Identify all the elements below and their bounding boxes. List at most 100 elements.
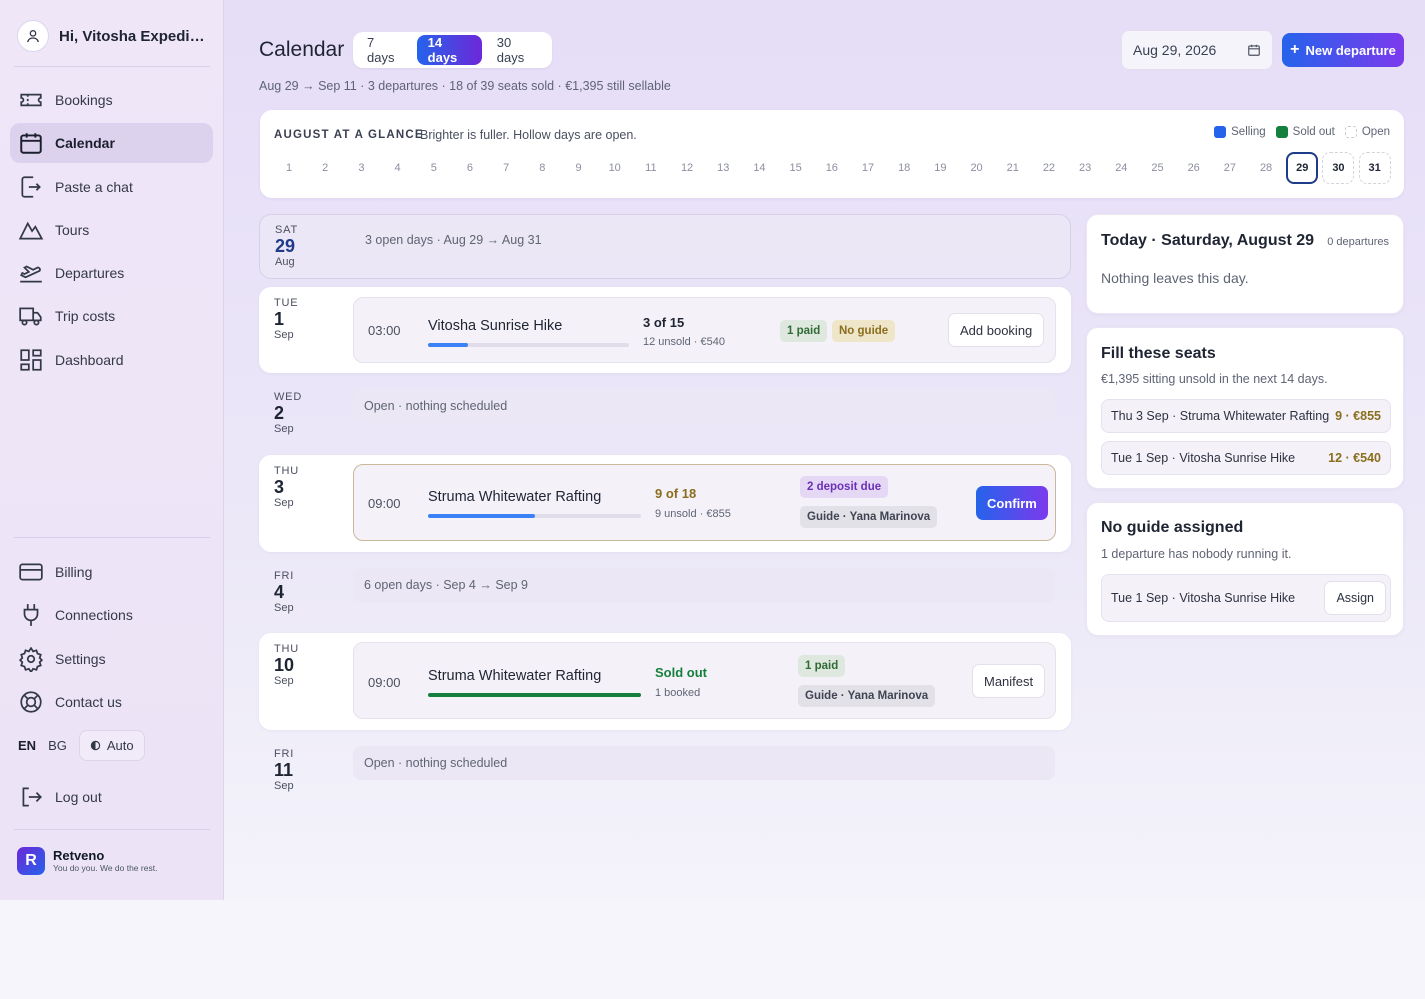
- legend-open: Open: [1344, 126, 1390, 138]
- gear-icon: [18, 646, 44, 672]
- new-departure-button[interactable]: + New departure: [1282, 33, 1404, 67]
- month-glance: AUGUST AT A GLANCE Brighter is fuller. H…: [260, 110, 1404, 198]
- glance-day[interactable]: 4: [382, 152, 414, 184]
- nav-item-bookings[interactable]: Bookings: [10, 80, 213, 120]
- glance-day[interactable]: 1: [273, 152, 305, 184]
- nav-item-trip-costs[interactable]: Trip costs: [10, 296, 213, 336]
- day-row-thu-3: THU 3 Sep 09:00 Struma Whitewater Raftin…: [259, 455, 1071, 552]
- glance-day[interactable]: 22: [1033, 152, 1065, 184]
- nav-label: Paste a chat: [55, 178, 133, 195]
- glance-day[interactable]: 14: [743, 152, 775, 184]
- day-number: 4: [274, 582, 285, 602]
- day-label: THU 3 Sep: [274, 465, 334, 509]
- swatch: [1214, 126, 1227, 138]
- secondary-nav: Billing Connections Settings Contact us: [10, 552, 213, 725]
- glance-day[interactable]: 8: [526, 152, 558, 184]
- nav-label: Contact us: [55, 693, 122, 710]
- day-of-week: THU: [274, 465, 300, 477]
- glance-day[interactable]: 11: [635, 152, 667, 184]
- glance-day[interactable]: 17: [852, 152, 884, 184]
- glance-day[interactable]: 29: [1286, 152, 1319, 184]
- confirm-button[interactable]: Confirm: [976, 486, 1048, 520]
- glance-day[interactable]: 20: [961, 152, 993, 184]
- lang-en[interactable]: EN: [18, 738, 36, 753]
- glance-day[interactable]: 30: [1322, 152, 1355, 184]
- day-of-week: TUE: [274, 297, 299, 309]
- day-label: WED 2 Sep: [274, 391, 334, 435]
- seat-progress: [428, 343, 629, 347]
- departure-card[interactable]: 09:00 Struma Whitewater Rafting 9 of 18 …: [353, 464, 1056, 541]
- glance-day[interactable]: 10: [599, 152, 631, 184]
- glance-day[interactable]: 7: [490, 152, 522, 184]
- glance-day[interactable]: 28: [1250, 152, 1282, 184]
- glance-day[interactable]: 16: [816, 152, 848, 184]
- glance-day[interactable]: 3: [345, 152, 377, 184]
- nav-item-settings[interactable]: Settings: [10, 639, 213, 679]
- glance-day[interactable]: 18: [888, 152, 920, 184]
- glance-description: Brighter is fuller. Hollow days are open…: [420, 128, 637, 142]
- glance-day[interactable]: 12: [671, 152, 703, 184]
- range-7-days[interactable]: 7 days: [356, 35, 413, 65]
- manifest-button[interactable]: Manifest: [972, 664, 1046, 698]
- seat-progress-fill: [428, 693, 641, 697]
- sidebar: Hi, Vitosha Expediti... Bookings Calenda…: [0, 0, 224, 900]
- nav-label: Departures: [55, 265, 125, 282]
- glance-day[interactable]: 24: [1105, 152, 1137, 184]
- range-selector: 7 days 14 days 30 days: [353, 32, 552, 68]
- add-booking-button[interactable]: Add booking: [948, 313, 1045, 347]
- range-30-days[interactable]: 30 days: [486, 35, 549, 65]
- departure-name: Vitosha Sunrise Hike: [428, 318, 563, 334]
- day-number: 10: [274, 655, 295, 675]
- glance-day[interactable]: 31: [1358, 152, 1391, 184]
- user-icon: [17, 20, 49, 52]
- glance-day[interactable]: 13: [707, 152, 739, 184]
- page-title: Calendar: [259, 38, 345, 61]
- day-of-week: THU: [274, 643, 300, 655]
- glance-day[interactable]: 26: [1178, 152, 1210, 184]
- legend-label: Selling: [1231, 126, 1266, 138]
- range-14-days[interactable]: 14 days: [416, 35, 482, 65]
- departure-card[interactable]: 03:00 Vitosha Sunrise Hike 3 of 15 12 un…: [353, 297, 1056, 363]
- glance-day[interactable]: 5: [418, 152, 450, 184]
- day-number: 1: [274, 309, 285, 329]
- glance-day[interactable]: 15: [780, 152, 812, 184]
- fill-seats-item[interactable]: Thu 3 Sep · Struma Whitewater Rafting 9 …: [1101, 399, 1391, 433]
- glance-day[interactable]: 25: [1142, 152, 1174, 184]
- nav-item-connections[interactable]: Connections: [10, 595, 213, 635]
- mountain-icon: [18, 221, 44, 240]
- departure-card[interactable]: 09:00 Struma Whitewater Rafting Sold out…: [353, 642, 1056, 719]
- theme-auto-button[interactable]: Auto: [78, 730, 145, 761]
- nav-item-tours[interactable]: Tours: [10, 210, 213, 250]
- glance-day[interactable]: 21: [997, 152, 1029, 184]
- date-picker[interactable]: Aug 29, 2026: [1121, 30, 1273, 70]
- main-nav: Bookings Calendar Paste a chat Tours Dep…: [10, 80, 213, 383]
- calendar-icon: [1248, 44, 1260, 56]
- nav-item-dashboard[interactable]: Dashboard: [10, 340, 213, 380]
- nav-item-billing[interactable]: Billing: [10, 552, 213, 592]
- glance-day[interactable]: 6: [454, 152, 486, 184]
- nav-item-contact[interactable]: Contact us: [10, 682, 213, 722]
- nav-item-paste-chat[interactable]: Paste a chat: [10, 167, 213, 207]
- nav-label: Settings: [55, 650, 106, 667]
- departure-time: 03:00: [368, 323, 401, 338]
- day-row-tue-1: TUE 1 Sep 03:00 Vitosha Sunrise Hike 3 o…: [259, 287, 1071, 373]
- legend-label: Open: [1361, 126, 1390, 138]
- glance-day[interactable]: 27: [1214, 152, 1246, 184]
- glance-day[interactable]: 19: [924, 152, 956, 184]
- lang-bg[interactable]: BG: [48, 738, 67, 753]
- day-of-week: FRI: [274, 570, 295, 582]
- day-month: Sep: [274, 602, 294, 614]
- nav-item-calendar[interactable]: Calendar: [10, 123, 213, 164]
- no-guide-item: Tue 1 Sep · Vitosha Sunrise Hike Assign: [1101, 574, 1391, 622]
- fill-seats-item[interactable]: Tue 1 Sep · Vitosha Sunrise Hike 12 · €5…: [1101, 441, 1391, 475]
- logout-button[interactable]: Log out: [10, 777, 213, 817]
- glance-day[interactable]: 23: [1069, 152, 1101, 184]
- open-days-band: 6 open days · Sep 4 → Sep 9: [353, 568, 1055, 602]
- today-title: Today · Saturday, August 29: [1101, 232, 1315, 249]
- day-label: FRI 11 Sep: [274, 748, 334, 792]
- nav-item-departures[interactable]: Departures: [10, 253, 213, 293]
- glance-day[interactable]: 2: [309, 152, 341, 184]
- assign-guide-button[interactable]: Assign: [1324, 581, 1386, 615]
- user-menu[interactable]: Hi, Vitosha Expediti...: [17, 20, 212, 52]
- glance-day[interactable]: 9: [563, 152, 595, 184]
